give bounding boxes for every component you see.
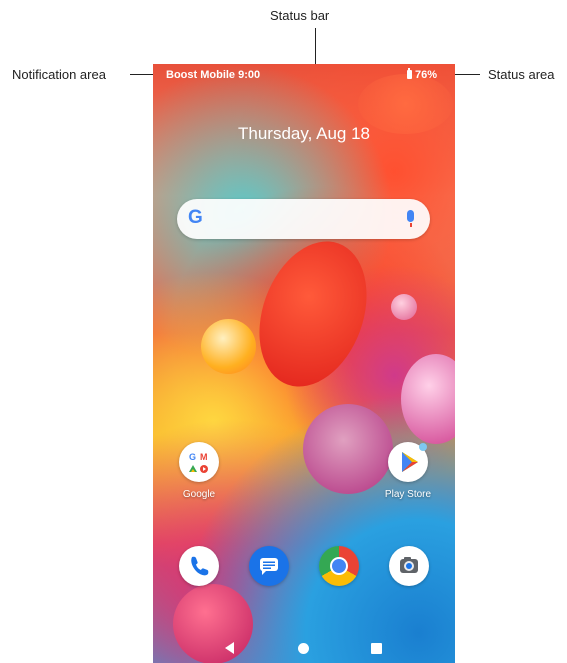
back-icon[interactable] (225, 642, 234, 654)
messages-icon[interactable] (249, 546, 289, 586)
notification-area: Boost Mobile 9:00 (166, 69, 261, 81)
wallpaper-blob (240, 226, 386, 402)
status-bar-callout: Status bar (270, 8, 330, 23)
chrome-icon[interactable] (319, 546, 359, 586)
recents-icon[interactable] (371, 643, 382, 654)
play-store-label: Play Store (384, 489, 432, 500)
google-folder-label: Google (182, 489, 216, 500)
wallpaper-blob (401, 354, 455, 444)
date-widget[interactable]: Thursday, Aug 18 (153, 124, 455, 144)
google-g-icon[interactable]: G (188, 207, 203, 229)
home-icon[interactable] (298, 643, 309, 654)
battery-icon (406, 68, 412, 79)
svg-text:M: M (200, 452, 208, 462)
navigation-bar (153, 631, 455, 663)
status-area-callout: Status area (488, 67, 555, 82)
play-store-app[interactable]: Play Store (368, 442, 448, 500)
google-folder-icon: G M (179, 442, 219, 482)
camera-icon[interactable] (389, 546, 429, 586)
battery-level: 76% (414, 69, 437, 81)
notification-area-callout: Notification area (12, 67, 106, 82)
phone-icon[interactable] (179, 546, 219, 586)
phone-screen: Boost Mobile 9:00 76% Thursday, Aug 18 G… (153, 64, 455, 663)
wallpaper-blob (201, 319, 256, 374)
microphone-icon[interactable] (407, 210, 414, 227)
play-store-icon (388, 442, 428, 482)
google-search-bar[interactable]: G (177, 199, 430, 239)
google-folder[interactable]: G M Google (159, 442, 239, 500)
svg-text:G: G (189, 452, 196, 462)
wallpaper-blob (391, 294, 417, 320)
status-area: 76% (406, 68, 437, 81)
